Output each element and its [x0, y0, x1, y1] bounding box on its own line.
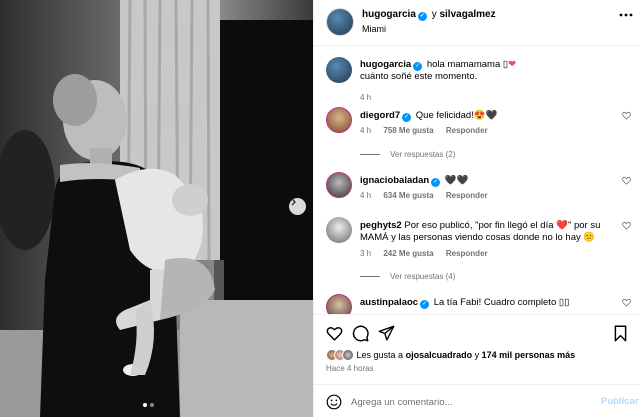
verified-icon: ✓	[420, 300, 430, 309]
heart-icon[interactable]	[622, 111, 631, 120]
bookmark-icon[interactable]	[612, 325, 629, 342]
comment-time: 3 h	[360, 249, 372, 258]
caption-username[interactable]: hugogarcia	[360, 59, 411, 70]
coauthor-username[interactable]: silvagalmez	[439, 9, 495, 20]
view-replies-label: Ver respuestas (2)	[390, 150, 456, 159]
carousel-dot	[143, 403, 147, 407]
comments-list[interactable]: hugogarcia ✓ hola mamamama ▯❤ cuánto soñé…	[314, 47, 640, 314]
post-side-panel: hugogarcia ✓ y silvagalmez Miami hugogarc…	[313, 0, 640, 417]
reply-button[interactable]: Responder	[446, 126, 488, 135]
caption-time: 4 h	[360, 93, 372, 102]
comment-avatar[interactable]	[326, 217, 352, 243]
post-authors: hugogarcia ✓ y silvagalmez	[362, 9, 496, 21]
author-avatar[interactable]	[326, 8, 354, 36]
heart-icon[interactable]	[622, 298, 631, 307]
comment-avatar[interactable]	[326, 172, 352, 198]
likes-count[interactable]: 174 mil personas más	[482, 350, 576, 360]
heart-icon[interactable]	[622, 176, 631, 185]
add-comment-bar: Publicar	[314, 384, 640, 417]
caption-text: hola mamamama ▯	[426, 59, 509, 70]
carousel-indicator	[143, 403, 154, 407]
comment-text: 🖤🖤	[444, 175, 469, 186]
reply-button[interactable]: Responder	[446, 191, 488, 200]
comment-username[interactable]: austinpalaoc	[360, 297, 418, 308]
verified-icon: ✓	[413, 62, 423, 71]
comment-avatar[interactable]	[326, 107, 352, 133]
post-header: hugogarcia ✓ y silvagalmez Miami	[314, 0, 640, 46]
photo-illustration	[0, 0, 313, 417]
comment-input[interactable]	[351, 393, 581, 411]
comment-time: 4 h	[360, 191, 372, 200]
next-arrow-icon	[291, 198, 296, 206]
next-photo-button[interactable]	[289, 198, 306, 215]
comment-avatar[interactable]	[326, 294, 352, 314]
comment-likes[interactable]: 758 Me gusta	[383, 126, 433, 135]
view-replies-button[interactable]: Ver respuestas (2)	[360, 150, 455, 159]
post-photo[interactable]	[0, 0, 313, 417]
caption-text-2: cuánto soñé este momento.	[360, 71, 478, 82]
verified-icon: ✓	[431, 178, 441, 187]
comment-text: La tía Fabi! Cuadro completo ▯▯	[433, 297, 570, 308]
verified-icon: ✓	[402, 113, 412, 122]
verified-icon: ✓	[417, 12, 427, 21]
and-text: y	[431, 9, 437, 20]
likes-connector: y	[474, 350, 480, 360]
post-time: Hace 4 horas	[326, 364, 374, 373]
comment-username[interactable]: peghyts2	[360, 220, 402, 231]
caption-avatar[interactable]	[326, 57, 352, 83]
reply-button[interactable]: Responder	[446, 249, 488, 258]
comment-icon[interactable]	[352, 325, 369, 342]
author-username[interactable]: hugogarcia	[362, 9, 416, 20]
comment-time: 4 h	[360, 126, 372, 135]
liker-username[interactable]: ojosalcuadrado	[406, 350, 473, 360]
emoji-icon[interactable]	[326, 394, 342, 410]
liker-avatar	[342, 349, 354, 361]
comment-username[interactable]: diegord7	[360, 110, 400, 121]
replies-line	[360, 276, 380, 278]
replies-line	[360, 154, 380, 156]
carousel-dot	[150, 403, 154, 407]
comment-likes[interactable]: 634 Me gusta	[383, 191, 433, 200]
view-replies-button[interactable]: Ver respuestas (4)	[360, 272, 455, 281]
comment-username[interactable]: ignaciobaladan	[360, 175, 429, 186]
publish-button[interactable]: Publicar	[601, 396, 639, 407]
more-icon[interactable]	[619, 13, 633, 17]
heart-emoji: ❤	[508, 59, 517, 70]
likes-prefix: Les gusta a	[356, 350, 404, 360]
heart-icon[interactable]	[622, 221, 631, 230]
share-icon[interactable]	[378, 325, 395, 342]
heart-icon[interactable]	[326, 325, 343, 342]
view-replies-label: Ver respuestas (4)	[390, 272, 456, 281]
post-location[interactable]: Miami	[362, 24, 386, 34]
comment-text: Que felicidad!😍🖤	[415, 110, 498, 121]
comment-likes[interactable]: 242 Me gusta	[383, 249, 433, 258]
likes-summary: Les gusta a ojosalcuadrado y 174 mil per…	[326, 349, 575, 361]
